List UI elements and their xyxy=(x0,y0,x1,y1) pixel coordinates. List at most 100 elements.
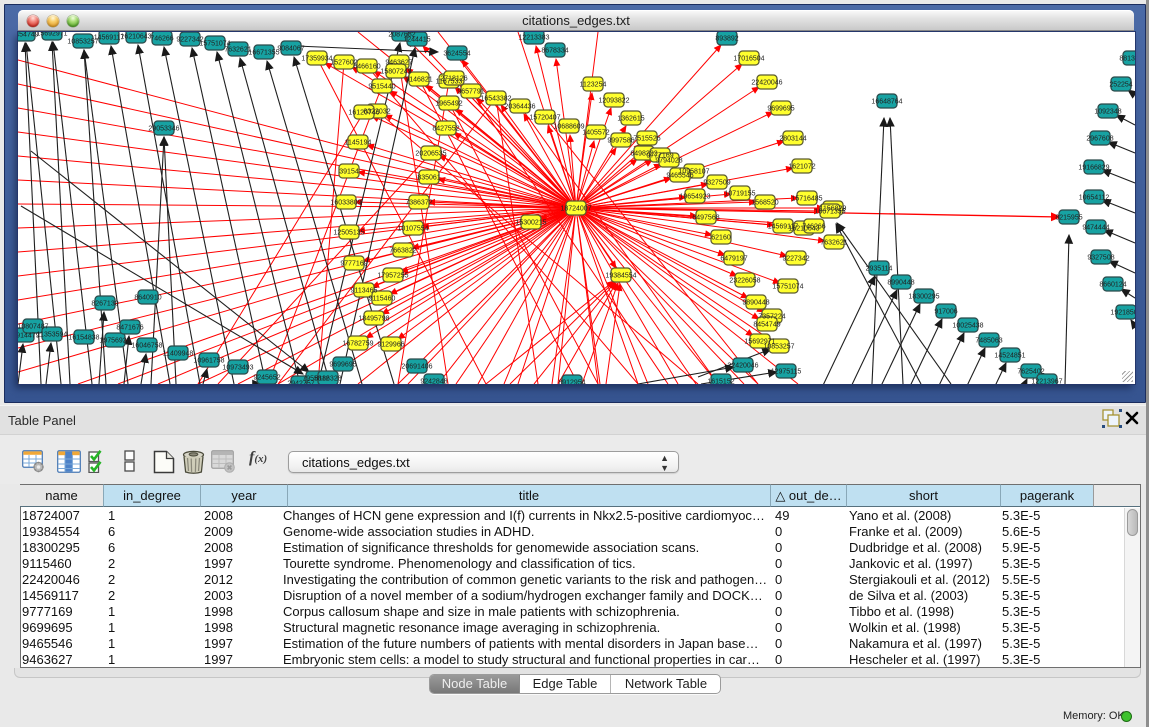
svg-text:22420046: 22420046 xyxy=(751,80,782,87)
svg-text:9327508: 9327508 xyxy=(1087,255,1114,262)
svg-text:7485063: 7485063 xyxy=(975,338,1002,345)
svg-text:12093822: 12093822 xyxy=(598,98,629,105)
svg-text:9777169: 9777169 xyxy=(340,261,367,268)
svg-text:1145194: 1145194 xyxy=(345,140,372,147)
svg-text:7357224: 7357224 xyxy=(758,314,785,321)
svg-text:9465546: 9465546 xyxy=(666,173,693,180)
svg-text:16120746: 16120746 xyxy=(348,110,379,117)
svg-text:12213383: 12213383 xyxy=(518,35,549,42)
svg-text:16033809: 16033809 xyxy=(330,200,361,207)
svg-text:9113465: 9113465 xyxy=(351,288,378,295)
svg-text:16782759: 16782759 xyxy=(342,341,373,348)
svg-text:746266: 746266 xyxy=(150,36,173,43)
svg-text:10961758: 10961758 xyxy=(193,358,224,365)
svg-text:8678334: 8678334 xyxy=(541,48,568,55)
svg-text:29053346: 29053346 xyxy=(148,126,179,133)
svg-text:15716485: 15716485 xyxy=(791,196,822,203)
svg-text:23226058: 23226058 xyxy=(729,278,760,285)
svg-text:1621072: 1621072 xyxy=(788,164,815,171)
svg-text:10107554: 10107554 xyxy=(397,226,428,233)
svg-text:16648764: 16648764 xyxy=(871,99,902,106)
svg-text:20691406: 20691406 xyxy=(401,364,432,371)
svg-text:10853257: 10853257 xyxy=(763,344,794,351)
svg-text:20364436: 20364436 xyxy=(504,104,535,111)
svg-text:8267130: 8267130 xyxy=(91,301,118,308)
svg-text:18724007: 18724007 xyxy=(560,206,591,213)
svg-text:2967608: 2967608 xyxy=(1086,136,1113,143)
svg-text:10719155: 10719155 xyxy=(724,191,755,198)
svg-text:9115460: 9115460 xyxy=(369,296,396,303)
svg-text:19166829: 19166829 xyxy=(1078,165,1109,172)
svg-text:15751074: 15751074 xyxy=(772,284,803,291)
svg-text:16543382: 16543382 xyxy=(480,96,511,103)
svg-text:9794028: 9794028 xyxy=(655,158,682,165)
svg-text:17957255: 17957255 xyxy=(377,273,408,280)
svg-text:39154: 39154 xyxy=(339,169,359,176)
svg-text:8813054: 8813054 xyxy=(1119,56,1135,63)
svg-text:7386372: 7386372 xyxy=(405,200,432,207)
svg-text:10654112: 10654112 xyxy=(1079,195,1110,202)
svg-text:6466160: 6466160 xyxy=(353,64,380,71)
svg-text:917006: 917006 xyxy=(934,309,957,316)
svg-text:10025438: 10025438 xyxy=(952,323,983,330)
svg-text:9227342: 9227342 xyxy=(782,256,809,263)
svg-text:8471676: 8471676 xyxy=(116,325,143,332)
svg-text:19756928: 19756928 xyxy=(99,338,130,345)
svg-text:7632621: 7632621 xyxy=(820,240,847,247)
svg-text:1092348: 1092348 xyxy=(1094,109,1121,116)
svg-text:746266: 746266 xyxy=(802,224,825,231)
svg-text:19654923: 19654923 xyxy=(679,194,710,201)
svg-text:8990448: 8990448 xyxy=(887,280,914,287)
svg-text:10807487: 10807487 xyxy=(18,324,49,331)
svg-text:1965492: 1965492 xyxy=(435,101,462,108)
svg-text:252254: 252254 xyxy=(1109,82,1132,89)
svg-text:1244415: 1244415 xyxy=(403,37,430,44)
svg-text:9515440: 9515440 xyxy=(368,84,395,91)
svg-text:2935114: 2935114 xyxy=(866,266,893,273)
svg-text:835061: 835061 xyxy=(417,175,440,182)
svg-text:1615152: 1615152 xyxy=(707,379,734,385)
svg-text:9890448: 9890448 xyxy=(742,300,769,307)
svg-text:16671355: 16671355 xyxy=(814,209,845,216)
svg-text:16154838: 16154838 xyxy=(68,335,99,342)
svg-text:18300295: 18300295 xyxy=(908,294,939,301)
svg-text:12505135: 12505135 xyxy=(333,230,364,237)
svg-text:11409948: 11409948 xyxy=(163,351,194,358)
svg-text:6479197: 6479197 xyxy=(720,256,747,263)
svg-text:7663822: 7663822 xyxy=(389,248,416,255)
svg-text:9699695: 9699695 xyxy=(767,106,794,113)
svg-text:16671355: 16671355 xyxy=(248,50,279,57)
svg-text:1405572: 1405572 xyxy=(582,130,609,137)
svg-text:9327509: 9327509 xyxy=(703,180,730,187)
svg-text:1123254: 1123254 xyxy=(580,82,607,89)
svg-text:14524851: 14524851 xyxy=(994,353,1025,360)
svg-text:9463627: 9463627 xyxy=(385,60,412,67)
svg-text:9242848: 9242848 xyxy=(420,379,447,385)
svg-text:9657791: 9657791 xyxy=(457,89,484,96)
svg-text:20206535: 20206535 xyxy=(415,151,446,158)
svg-text:11353594: 11353594 xyxy=(37,332,68,339)
svg-text:9245652: 9245652 xyxy=(253,375,280,382)
svg-text:18495798: 18495798 xyxy=(358,316,389,323)
svg-text:10973493: 10973493 xyxy=(222,365,253,372)
svg-text:8427552: 8427552 xyxy=(432,126,459,133)
svg-text:19218506: 19218506 xyxy=(1110,310,1135,317)
svg-text:9146821: 9146821 xyxy=(405,77,432,84)
svg-text:15692971: 15692971 xyxy=(36,32,67,38)
svg-text:15807249: 15807249 xyxy=(380,69,411,76)
svg-text:9474444: 9474444 xyxy=(1082,225,1109,232)
svg-text:19384554: 19384554 xyxy=(605,273,636,280)
svg-text:16210643: 16210643 xyxy=(120,34,151,41)
svg-text:3624554: 3624554 xyxy=(443,51,470,58)
svg-text:17359934: 17359934 xyxy=(301,56,332,63)
svg-text:8454749: 8454749 xyxy=(753,322,780,329)
svg-text:62160: 62160 xyxy=(711,235,731,242)
svg-text:7515526: 7515526 xyxy=(633,136,660,143)
svg-text:12975115: 12975115 xyxy=(771,369,802,376)
svg-text:8660124: 8660124 xyxy=(1099,282,1126,289)
svg-text:9084067: 9084067 xyxy=(277,46,304,53)
svg-text:893892: 893892 xyxy=(715,36,738,43)
svg-text:9129966: 9129966 xyxy=(377,342,404,349)
svg-text:17016504: 17016504 xyxy=(733,56,764,63)
svg-text:6497568: 6497568 xyxy=(692,215,719,222)
